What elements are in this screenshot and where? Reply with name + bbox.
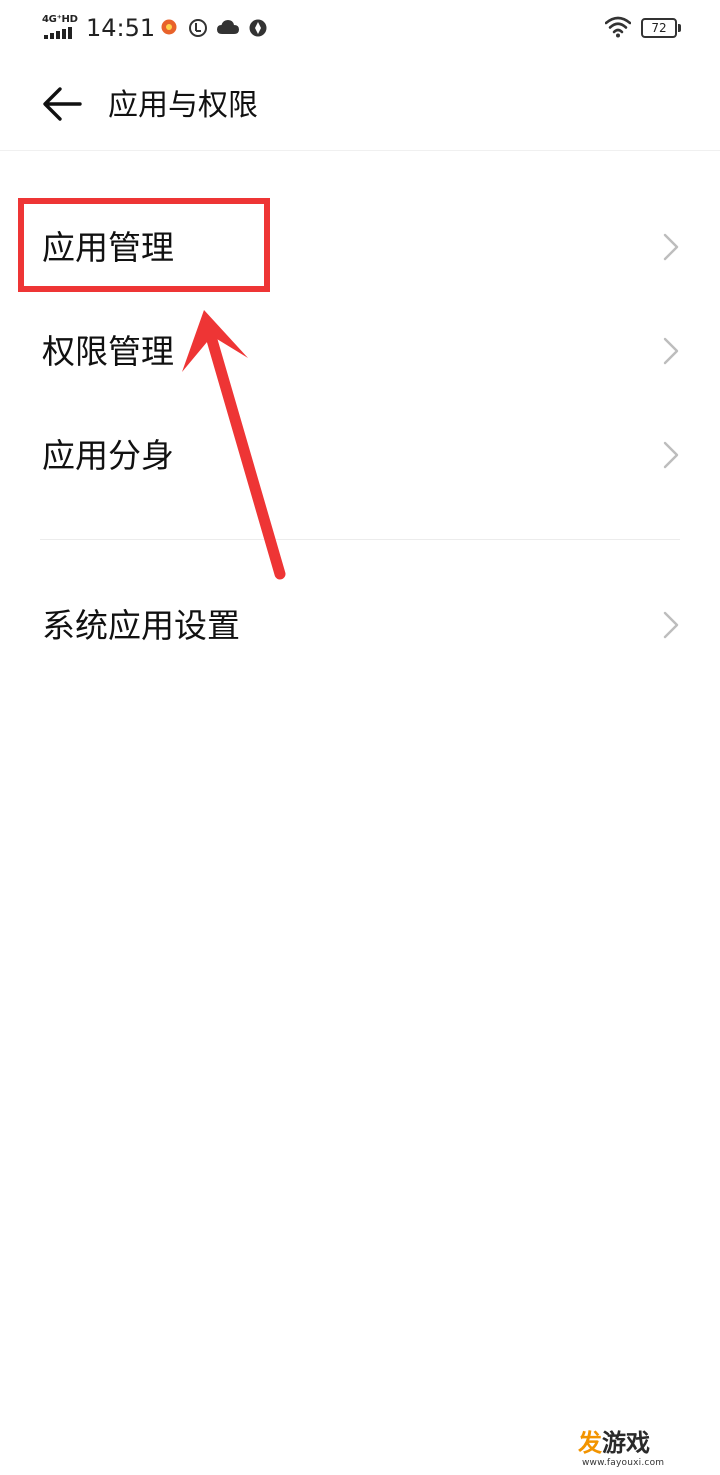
header-divider — [0, 150, 720, 151]
status-bar: 4G⁺HD 14:51 72 — [0, 0, 720, 56]
battery-level: 72 — [651, 21, 667, 35]
cloud-icon — [217, 20, 239, 34]
status-time: 14:51 — [86, 14, 156, 42]
list-item-app-clone[interactable]: 应用分身 — [0, 404, 720, 508]
list-item-label: 权限管理 — [42, 332, 174, 371]
back-button[interactable] — [40, 82, 90, 128]
watermark-brand: 发游戏 — [578, 1428, 650, 1458]
list-item-label: 应用分身 — [42, 436, 174, 475]
list-item-system-app-settings[interactable]: 系统应用设置 — [0, 574, 720, 678]
battery-icon: 72 — [641, 18, 677, 38]
list-item-label: 系统应用设置 — [42, 606, 240, 645]
network-type-label: 4G⁺HD — [42, 14, 78, 25]
wifi-icon — [605, 16, 631, 38]
signal-bars-icon — [44, 27, 72, 39]
group-divider — [40, 539, 680, 540]
signal-icon: 4G⁺HD — [42, 14, 78, 40]
list-item-permission-management[interactable]: 权限管理 — [0, 300, 720, 404]
chevron-right-icon — [663, 441, 679, 469]
browser-icon — [249, 19, 267, 37]
chevron-right-icon — [663, 611, 679, 639]
watermark-brand-part2: 游戏 — [602, 1429, 650, 1457]
watermark-url: www.fayouxi.com — [582, 1458, 665, 1468]
watermark-brand-part1: 发 — [578, 1429, 602, 1457]
battery-cap — [678, 24, 681, 32]
page-title: 应用与权限 — [108, 88, 258, 123]
chevron-right-icon — [663, 233, 679, 261]
data-saver-icon — [189, 19, 207, 37]
watermark-logo: 发游戏 www.fayouxi.com — [578, 1428, 698, 1472]
highlight-box — [18, 198, 270, 292]
chevron-right-icon — [663, 337, 679, 365]
app-header: 应用与权限 — [0, 60, 720, 150]
back-arrow-icon — [43, 87, 82, 121]
app-notification-icon — [161, 19, 177, 35]
